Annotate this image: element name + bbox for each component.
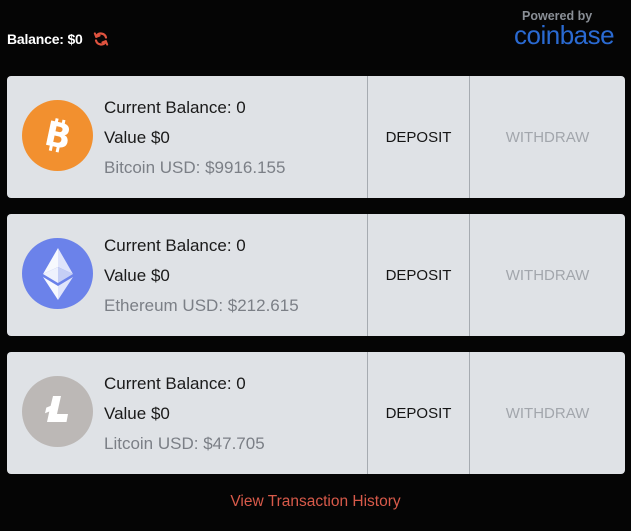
withdraw-button[interactable]: WITHDRAW	[470, 214, 625, 336]
current-balance: Current Balance: 0	[104, 236, 246, 255]
bitcoin-account-card: B Current Balance: 0 Value $0 Bitcoin US…	[7, 76, 625, 198]
account-details: Current Balance: 0 Value $0 Bitcoin USD:…	[104, 93, 285, 183]
coin-price: Litcoin USD: $47.705	[104, 434, 265, 453]
account-info: Current Balance: 0 Value $0 Ethereum USD…	[7, 214, 368, 336]
withdraw-button[interactable]: WITHDRAW	[470, 76, 625, 198]
account-value: Value $0	[104, 128, 170, 147]
powered-by-coinbase[interactable]: Powered by coinbase	[514, 9, 624, 51]
withdraw-button[interactable]: WITHDRAW	[470, 352, 625, 474]
view-transaction-history-link[interactable]: View Transaction History	[0, 493, 631, 511]
ethereum-account-card: Current Balance: 0 Value $0 Ethereum USD…	[7, 214, 625, 336]
ethereum-icon	[22, 238, 93, 309]
coinbase-logo: coinbase	[514, 20, 615, 50]
current-balance: Current Balance: 0	[104, 98, 246, 117]
coin-price: Bitcoin USD: $9916.155	[104, 158, 286, 177]
deposit-button[interactable]: DEPOSIT	[368, 76, 470, 198]
header: Balance: $0 Powered by coinbase	[0, 0, 631, 76]
balance-summary: Balance: $0	[7, 31, 109, 47]
account-value: Value $0	[104, 266, 170, 285]
account-details: Current Balance: 0 Value $0 Litcoin USD:…	[104, 369, 265, 459]
account-details: Current Balance: 0 Value $0 Ethereum USD…	[104, 231, 299, 321]
deposit-button[interactable]: DEPOSIT	[368, 214, 470, 336]
litecoin-account-card: Current Balance: 0 Value $0 Litcoin USD:…	[7, 352, 625, 474]
litecoin-icon	[22, 376, 93, 447]
deposit-button[interactable]: DEPOSIT	[368, 352, 470, 474]
account-value: Value $0	[104, 404, 170, 423]
account-info: B Current Balance: 0 Value $0 Bitcoin US…	[7, 76, 368, 198]
bitcoin-icon: B	[22, 100, 93, 171]
account-info: Current Balance: 0 Value $0 Litcoin USD:…	[7, 352, 368, 474]
total-balance: Balance: $0	[7, 31, 83, 47]
current-balance: Current Balance: 0	[104, 374, 246, 393]
coin-price: Ethereum USD: $212.615	[104, 296, 299, 315]
refresh-icon[interactable]	[93, 31, 109, 47]
